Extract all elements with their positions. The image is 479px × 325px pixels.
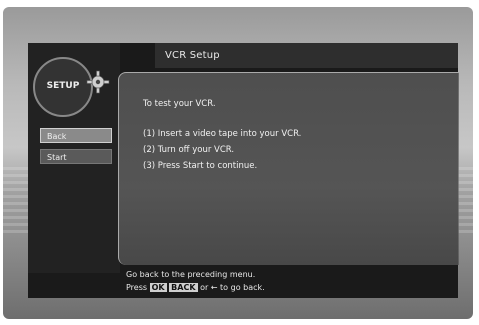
back-button[interactable]: Back <box>40 128 112 143</box>
instruction-step: (2) Turn off your VCR. <box>143 145 235 155</box>
help-suffix: or ← to go back. <box>200 283 265 292</box>
ok-key: OK <box>149 283 167 292</box>
back-key: BACK <box>169 283 198 292</box>
start-button[interactable]: Start <box>40 149 112 164</box>
help-line-1: Go back to the preceding menu. <box>126 270 256 279</box>
instruction-step: (1) Insert a video tape into your VCR. <box>143 129 302 139</box>
setup-badge-label: SETUP <box>46 81 80 91</box>
page-title: VCR Setup <box>155 43 458 68</box>
help-footer: Go back to the preceding menu. Press OK … <box>120 268 458 298</box>
setup-badge: SETUP <box>33 57 93 117</box>
help-line-2: Press OK BACK or ← to go back. <box>126 283 265 292</box>
instruction-intro: To test your VCR. <box>143 99 216 109</box>
instruction-panel: To test your VCR. (1) Insert a video tap… <box>118 72 459 265</box>
gear-icon <box>86 70 110 94</box>
help-prefix: Press <box>126 283 148 292</box>
instruction-step: (3) Press Start to continue. <box>143 161 258 171</box>
